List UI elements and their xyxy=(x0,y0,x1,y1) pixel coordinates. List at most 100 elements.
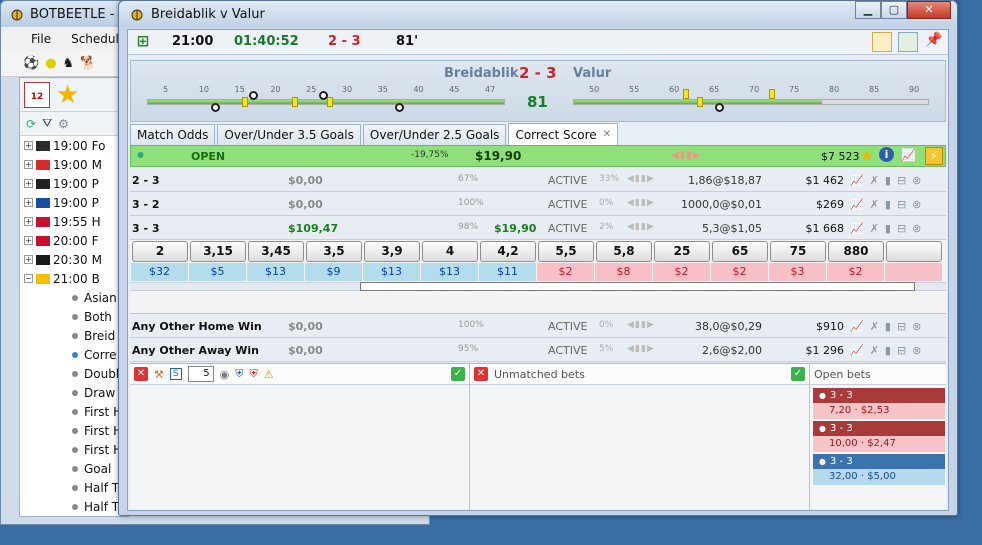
event-tree-item[interactable]: +19:00 P xyxy=(24,193,128,212)
add-market-icon[interactable]: ⊞ xyxy=(132,33,154,51)
ladder-amount[interactable]: $13 xyxy=(247,263,304,281)
ladder-nav-icon[interactable]: ◀▮▮▶ xyxy=(671,150,701,161)
expand-icon[interactable]: + xyxy=(24,160,33,169)
soccer-icon[interactable]: ⚽ xyxy=(23,56,39,71)
ladder-amount[interactable] xyxy=(885,263,942,281)
info-icon[interactable]: i xyxy=(879,147,894,162)
minimize-button[interactable]: ▁ xyxy=(855,1,881,19)
ladder-price-button[interactable]: 65 xyxy=(712,241,768,262)
ladder-price-button[interactable]: 2 xyxy=(132,241,188,262)
favourites-star-icon[interactable]: ★ xyxy=(56,82,79,108)
submarket-tree-item[interactable]: First H xyxy=(24,421,128,440)
expand-icon[interactable]: + xyxy=(24,217,33,226)
market-window-titlebar[interactable]: Breidablik v Valur xyxy=(119,1,957,27)
ladder-amount[interactable]: $2 xyxy=(537,263,594,281)
ladder-price-button[interactable]: 3,9 xyxy=(364,241,420,262)
runner-action-icons[interactable]: 📈✗▮⊟⊗ xyxy=(850,222,927,235)
submarket-tree-item[interactable]: Half T xyxy=(24,497,128,516)
ladder-amount[interactable]: $11 xyxy=(479,263,536,281)
ladder-price-button[interactable]: 4 xyxy=(422,241,478,262)
s-button[interactable]: S xyxy=(169,368,182,380)
ladder-price-button[interactable] xyxy=(886,241,942,262)
runner-action-icons[interactable]: 📈✗▮⊟⊗ xyxy=(850,198,927,211)
greyhound-icon[interactable]: 🐕 xyxy=(80,56,96,71)
submarket-tree-item[interactable]: Half T xyxy=(24,478,128,497)
expand-icon[interactable]: + xyxy=(24,141,33,150)
ladder-price-button[interactable]: 75 xyxy=(770,241,826,262)
tennis-icon[interactable]: ● xyxy=(45,56,56,71)
ladder-amount[interactable]: $3 xyxy=(769,263,826,281)
unmatched-check-icon[interactable]: ✓ xyxy=(791,367,805,381)
runner-row[interactable]: Any Other Away Win $0,00 95% ACTIVE 5% ◀▮▮▶ 2,… xyxy=(130,338,946,362)
confirm-check-icon[interactable]: ✓ xyxy=(451,367,465,381)
runner-row[interactable]: 3 - 3 $109,47 98% $19,90 ACTIVE 2% ◀▮▮▶ 5,3@$1,… xyxy=(130,216,946,240)
ladder-scroll-window[interactable] xyxy=(360,282,915,291)
ladder-price-button[interactable]: 5,8 xyxy=(596,241,652,262)
stake-stepper[interactable]: 5 xyxy=(187,366,214,382)
submarket-tree-item[interactable]: Doubl xyxy=(24,364,128,383)
market-tab[interactable]: Match Odds xyxy=(130,124,216,145)
submarket-tree-item[interactable]: Asian xyxy=(24,288,128,307)
cancel-all-icon[interactable]: ✕ xyxy=(134,367,148,381)
horse-racing-icon[interactable]: ♞ xyxy=(63,56,75,71)
runner-row[interactable]: 2 - 3 $0,00 67% ACTIVE 33% ◀▮▮▶ 1,86@$18,87 $1 … xyxy=(130,168,946,192)
shield-blue-icon[interactable]: ⛨ xyxy=(235,367,243,381)
lightning-icon[interactable]: ⚡ xyxy=(925,147,943,165)
refresh-icon[interactable]: ⟳ xyxy=(26,117,36,131)
ladder-amount[interactable]: $2 xyxy=(711,263,768,281)
expand-icon[interactable]: + xyxy=(24,236,33,245)
submarket-tree-item[interactable]: Both xyxy=(24,307,128,326)
market-tab[interactable]: Over/Under 2.5 Goals xyxy=(362,124,507,145)
graph-icon[interactable]: 📈 xyxy=(901,148,916,162)
maximize-button[interactable]: ▢ xyxy=(881,1,907,19)
menu-file[interactable]: File xyxy=(31,32,51,46)
market-tab[interactable]: Correct Score ✕ xyxy=(508,123,619,145)
runner-action-icons[interactable]: 📈✗▮⊟⊗ xyxy=(850,344,927,357)
close-button[interactable]: ✕ xyxy=(907,1,951,19)
event-tree-item[interactable]: +19:00 P xyxy=(24,174,128,193)
ladder-price-button[interactable]: 5,5 xyxy=(538,241,594,262)
ladder-amount[interactable]: $13 xyxy=(363,263,420,281)
favourite-star-icon[interactable]: ★ xyxy=(860,147,873,165)
runner-action-icons[interactable]: 📈✗▮⊟⊗ xyxy=(850,174,927,187)
ladder-price-button[interactable]: 880 xyxy=(828,241,884,262)
event-tree-item[interactable]: +19:55 H xyxy=(24,212,128,231)
expand-icon[interactable]: + xyxy=(24,179,33,188)
warning-icon[interactable]: ⚠ xyxy=(264,368,274,381)
ladder-amount[interactable]: $32 xyxy=(131,263,188,281)
ladder-price-button[interactable]: 25 xyxy=(654,241,710,262)
event-tree-item[interactable]: +20:30 M xyxy=(24,250,128,269)
pin-icon[interactable]: 📌 xyxy=(924,32,944,52)
ladder-amount[interactable]: $9 xyxy=(305,263,362,281)
open-bet-card[interactable]: 3 - 37,20 · $2,53 xyxy=(813,388,945,419)
cancel-unmatched-icon[interactable]: ✕ xyxy=(474,367,488,381)
filter-icon[interactable]: ⛛ xyxy=(42,116,52,131)
chart-icon[interactable] xyxy=(872,32,892,52)
submarket-tree-item[interactable]: Goal xyxy=(24,459,128,478)
submarket-tree-item[interactable]: First H xyxy=(24,402,128,421)
open-bet-card[interactable]: 3 - 332,00 · $5,00 xyxy=(813,454,945,485)
ladder-price-button[interactable]: 3,5 xyxy=(306,241,362,262)
close-tab-icon[interactable]: ✕ xyxy=(603,129,611,140)
hammer-icon[interactable]: ⚒ xyxy=(154,368,164,381)
ladder-amount[interactable]: $5 xyxy=(189,263,246,281)
shield-red-icon[interactable]: ⛨ xyxy=(249,367,257,381)
ladder-price-button[interactable]: 3,15 xyxy=(190,241,246,262)
expand-icon[interactable]: + xyxy=(24,255,33,264)
submarket-tree-item[interactable]: Draw xyxy=(24,383,128,402)
event-tree-item[interactable]: − 21:00 B xyxy=(24,269,128,288)
ladder-amount[interactable]: $2 xyxy=(653,263,710,281)
window-mode-icon[interactable] xyxy=(898,32,918,52)
calendar-icon[interactable]: 12 xyxy=(24,81,50,108)
ladder-amount[interactable]: $8 xyxy=(595,263,652,281)
runner-action-icons[interactable]: 📈✗▮⊟⊗ xyxy=(850,320,927,333)
expand-icon[interactable]: − xyxy=(24,274,33,283)
event-tree-item[interactable]: +19:00 Fo xyxy=(24,136,128,155)
expand-icon[interactable]: + xyxy=(24,198,33,207)
ladder-price-button[interactable]: 4,2 xyxy=(480,241,536,262)
submarket-tree-item[interactable]: Corre xyxy=(24,345,128,364)
runner-row[interactable]: Any Other Home Win $0,00 100% ACTIVE 0% ◀▮▮▶ 3… xyxy=(130,314,946,338)
ladder-scroll-strip[interactable] xyxy=(130,282,946,291)
runner-row[interactable]: 3 - 2 $0,00 100% ACTIVE 0% ◀▮▮▶ 1000,0@$0,01 $2… xyxy=(130,192,946,216)
ladder-amount[interactable]: $13 xyxy=(421,263,478,281)
